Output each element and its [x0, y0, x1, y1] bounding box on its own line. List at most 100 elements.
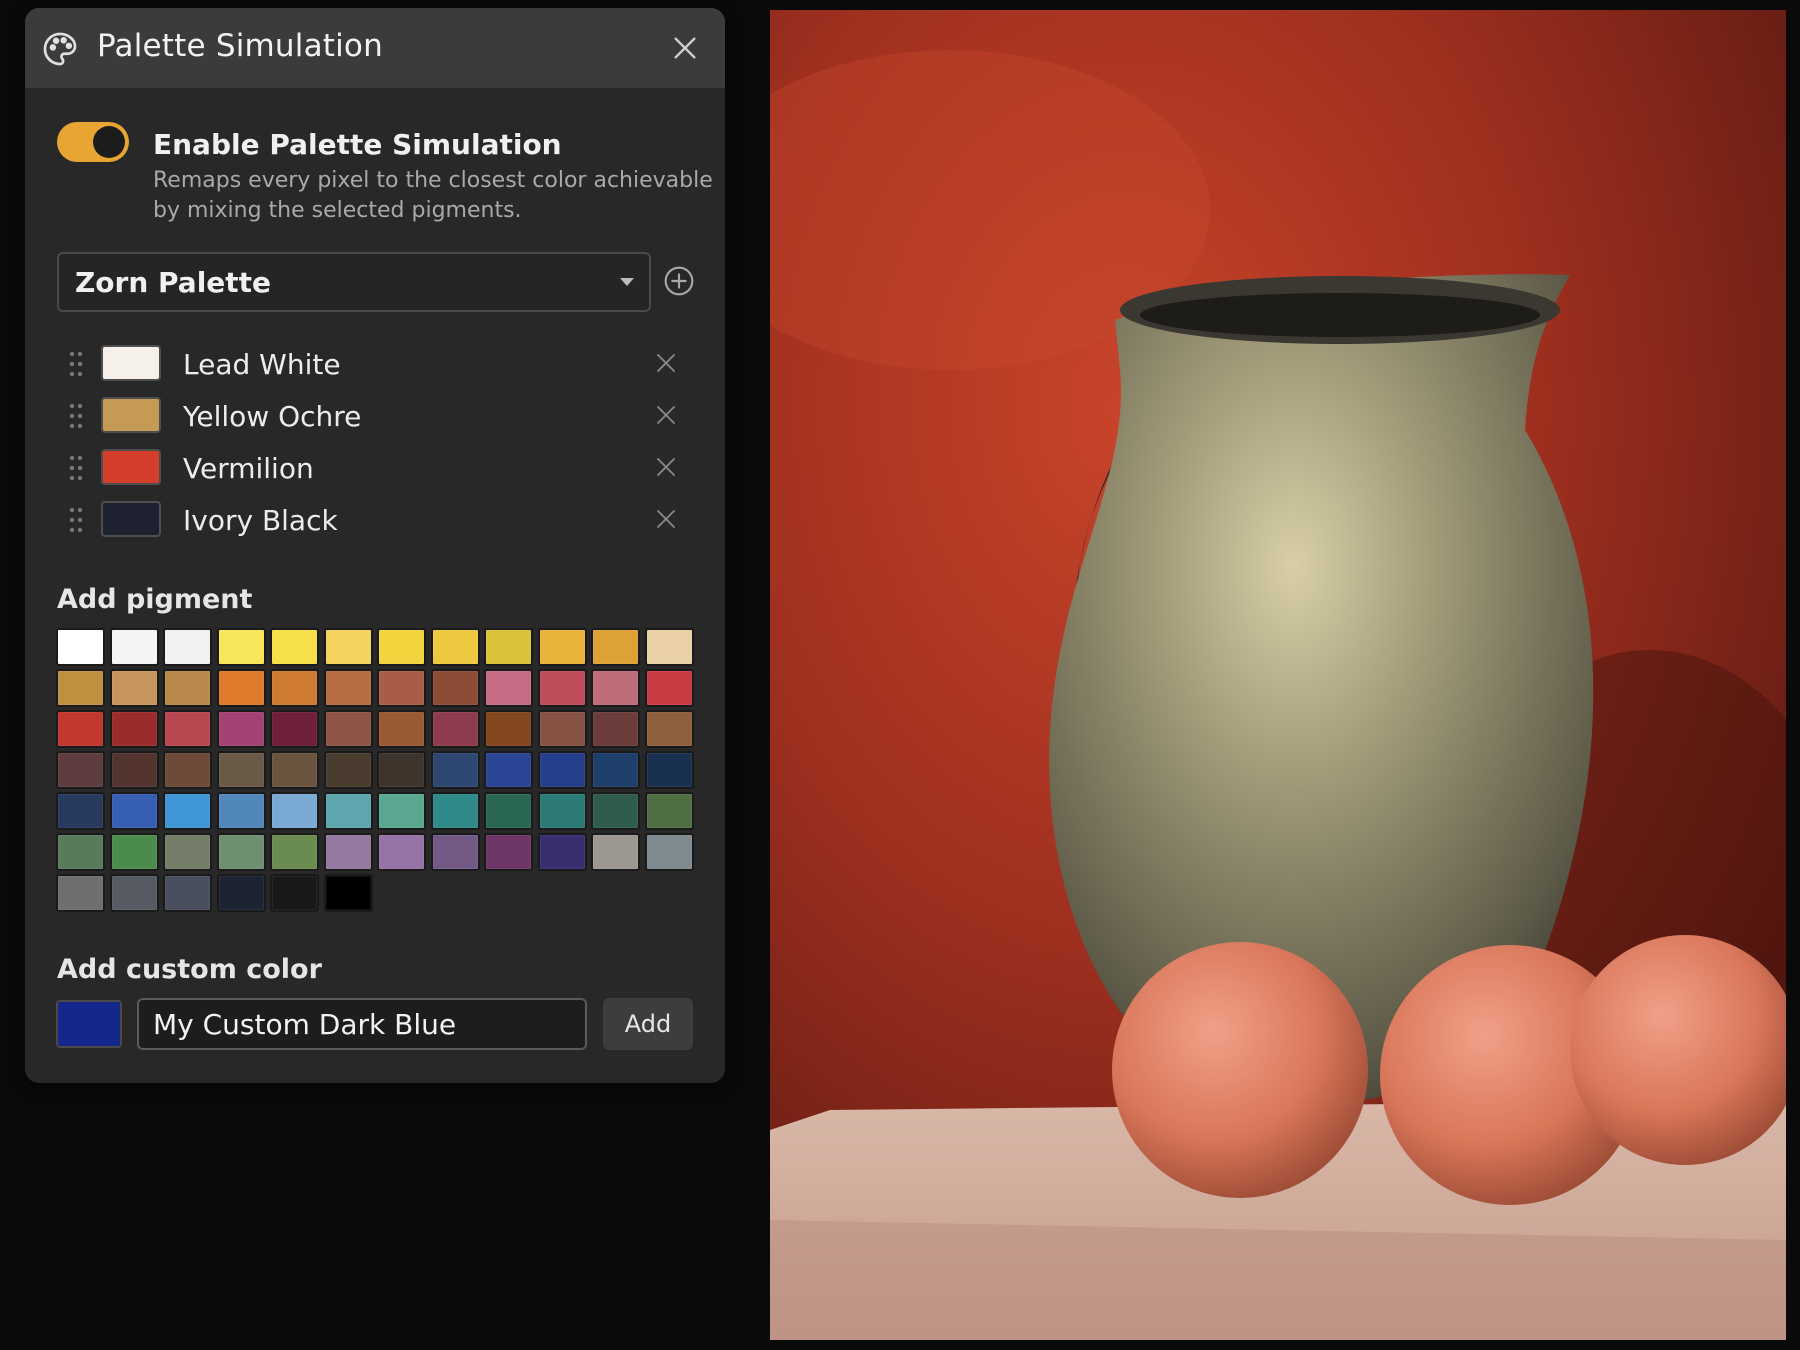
pigment-swatch-option[interactable]: [163, 628, 212, 666]
pigment-swatch-option[interactable]: [537, 792, 587, 830]
pigment-swatch-option[interactable]: [591, 628, 640, 666]
pigment-swatch-option[interactable]: [56, 792, 105, 830]
pigment-swatch-option[interactable]: [56, 751, 105, 789]
pigment-swatch-option[interactable]: [163, 669, 212, 707]
pigment-swatch-option[interactable]: [109, 833, 159, 871]
pigment-swatch-option[interactable]: [109, 751, 159, 789]
pigment-swatch-option[interactable]: [163, 792, 212, 830]
pigment-swatch-option[interactable]: [216, 669, 266, 707]
pigment-swatch-option[interactable]: [270, 792, 319, 830]
pigment-swatch-option[interactable]: [430, 833, 480, 871]
pigment-swatch-option[interactable]: [216, 833, 266, 871]
custom-color-name-input[interactable]: [137, 998, 587, 1050]
pigment-swatch-option[interactable]: [109, 792, 159, 830]
still-life-image: [770, 10, 1786, 1340]
pigment-swatch-option[interactable]: [216, 874, 266, 912]
pigment-swatch-option[interactable]: [484, 710, 533, 748]
palette-select[interactable]: Zorn Palette: [57, 252, 651, 312]
pigment-swatch-option[interactable]: [537, 751, 587, 789]
pigment-swatch-option[interactable]: [216, 751, 266, 789]
pigment-swatch-option[interactable]: [644, 792, 694, 830]
pigment-swatch-option[interactable]: [591, 710, 640, 748]
pigment-swatch-option[interactable]: [270, 874, 319, 912]
remove-icon[interactable]: [655, 352, 677, 374]
pigment-swatch-option[interactable]: [591, 792, 640, 830]
pigment-swatch-option[interactable]: [163, 751, 212, 789]
remove-icon[interactable]: [655, 404, 677, 426]
pigment-swatch[interactable]: [101, 397, 161, 433]
pigment-swatch-option[interactable]: [216, 792, 266, 830]
pigment-swatch-option[interactable]: [109, 628, 159, 666]
pigment-swatch-option[interactable]: [109, 710, 159, 748]
pigment-swatch-option[interactable]: [377, 669, 426, 707]
pigment-swatch-option[interactable]: [484, 669, 533, 707]
pigment-swatch[interactable]: [101, 449, 161, 485]
pigment-swatch-option[interactable]: [537, 628, 587, 666]
pigment-swatch-option[interactable]: [323, 669, 373, 707]
pigment-swatch-option[interactable]: [216, 628, 266, 666]
pigment-swatch-option[interactable]: [591, 669, 640, 707]
pigment-swatch-option[interactable]: [56, 710, 105, 748]
drag-handle-icon[interactable]: [69, 402, 83, 430]
pigment-swatch-option[interactable]: [56, 669, 105, 707]
pigment-swatch-option[interactable]: [430, 792, 480, 830]
pigment-swatch-option[interactable]: [484, 833, 533, 871]
pigment-swatch-option[interactable]: [377, 710, 426, 748]
pigment-swatch-option[interactable]: [430, 669, 480, 707]
pigment-swatch-option[interactable]: [323, 628, 373, 666]
pigment-swatch-option[interactable]: [644, 751, 694, 789]
pigment-swatch-option[interactable]: [163, 833, 212, 871]
pigment-swatch-option[interactable]: [591, 751, 640, 789]
pigment-swatch-option[interactable]: [323, 792, 373, 830]
pigment-swatch-option[interactable]: [644, 628, 694, 666]
pigment-swatch-option[interactable]: [56, 833, 105, 871]
remove-icon[interactable]: [655, 508, 677, 530]
pigment-swatch-option[interactable]: [484, 628, 533, 666]
pigment-swatch-option[interactable]: [644, 710, 694, 748]
pigment-swatch-option[interactable]: [377, 792, 426, 830]
pigment-swatch-option[interactable]: [377, 628, 426, 666]
add-custom-color-button[interactable]: Add: [603, 998, 693, 1050]
pigment-swatch-option[interactable]: [270, 669, 319, 707]
pigment-swatch-option[interactable]: [644, 669, 694, 707]
pigment-swatch[interactable]: [101, 345, 161, 381]
drag-handle-icon[interactable]: [69, 506, 83, 534]
pigment-swatch-option[interactable]: [109, 669, 159, 707]
pigment-swatch-option[interactable]: [163, 874, 212, 912]
plus-circle-icon[interactable]: [663, 265, 695, 297]
pigment-swatch-option[interactable]: [537, 710, 587, 748]
pigment-swatch-option[interactable]: [377, 751, 426, 789]
simulated-image-canvas[interactable]: [770, 10, 1786, 1340]
pigment-swatch-option[interactable]: [591, 833, 640, 871]
remove-icon[interactable]: [655, 456, 677, 478]
pigment-swatch-option[interactable]: [537, 833, 587, 871]
pigment-swatch-option[interactable]: [270, 710, 319, 748]
toggle-knob: [93, 126, 125, 158]
pigment-swatch-option[interactable]: [484, 792, 533, 830]
pigment-swatch-option[interactable]: [430, 710, 480, 748]
pigment-swatch-option[interactable]: [270, 833, 319, 871]
pigment-swatch-option[interactable]: [270, 628, 319, 666]
pigment-swatch-option[interactable]: [323, 710, 373, 748]
pigment-swatch-option[interactable]: [430, 628, 480, 666]
pigment-swatch-option[interactable]: [270, 751, 319, 789]
pigment-swatch-option[interactable]: [109, 874, 159, 912]
pigment-swatch-option[interactable]: [216, 710, 266, 748]
pigment-swatch-option[interactable]: [323, 833, 373, 871]
enable-simulation-toggle[interactable]: [57, 122, 129, 162]
pigment-swatch-option[interactable]: [537, 669, 587, 707]
pigment-swatch-option[interactable]: [484, 751, 533, 789]
drag-handle-icon[interactable]: [69, 350, 83, 378]
pigment-swatch-option[interactable]: [323, 874, 373, 912]
pigment-swatch-option[interactable]: [163, 710, 212, 748]
pigment-swatch-option[interactable]: [56, 628, 105, 666]
pigment-swatch[interactable]: [101, 501, 161, 537]
pigment-swatch-option[interactable]: [323, 751, 373, 789]
pigment-swatch-option[interactable]: [56, 874, 105, 912]
custom-color-swatch[interactable]: [56, 1000, 122, 1048]
pigment-swatch-option[interactable]: [377, 833, 426, 871]
pigment-swatch-option[interactable]: [430, 751, 480, 789]
drag-handle-icon[interactable]: [69, 454, 83, 482]
pigment-swatch-option[interactable]: [644, 833, 694, 871]
close-icon[interactable]: [669, 32, 701, 64]
